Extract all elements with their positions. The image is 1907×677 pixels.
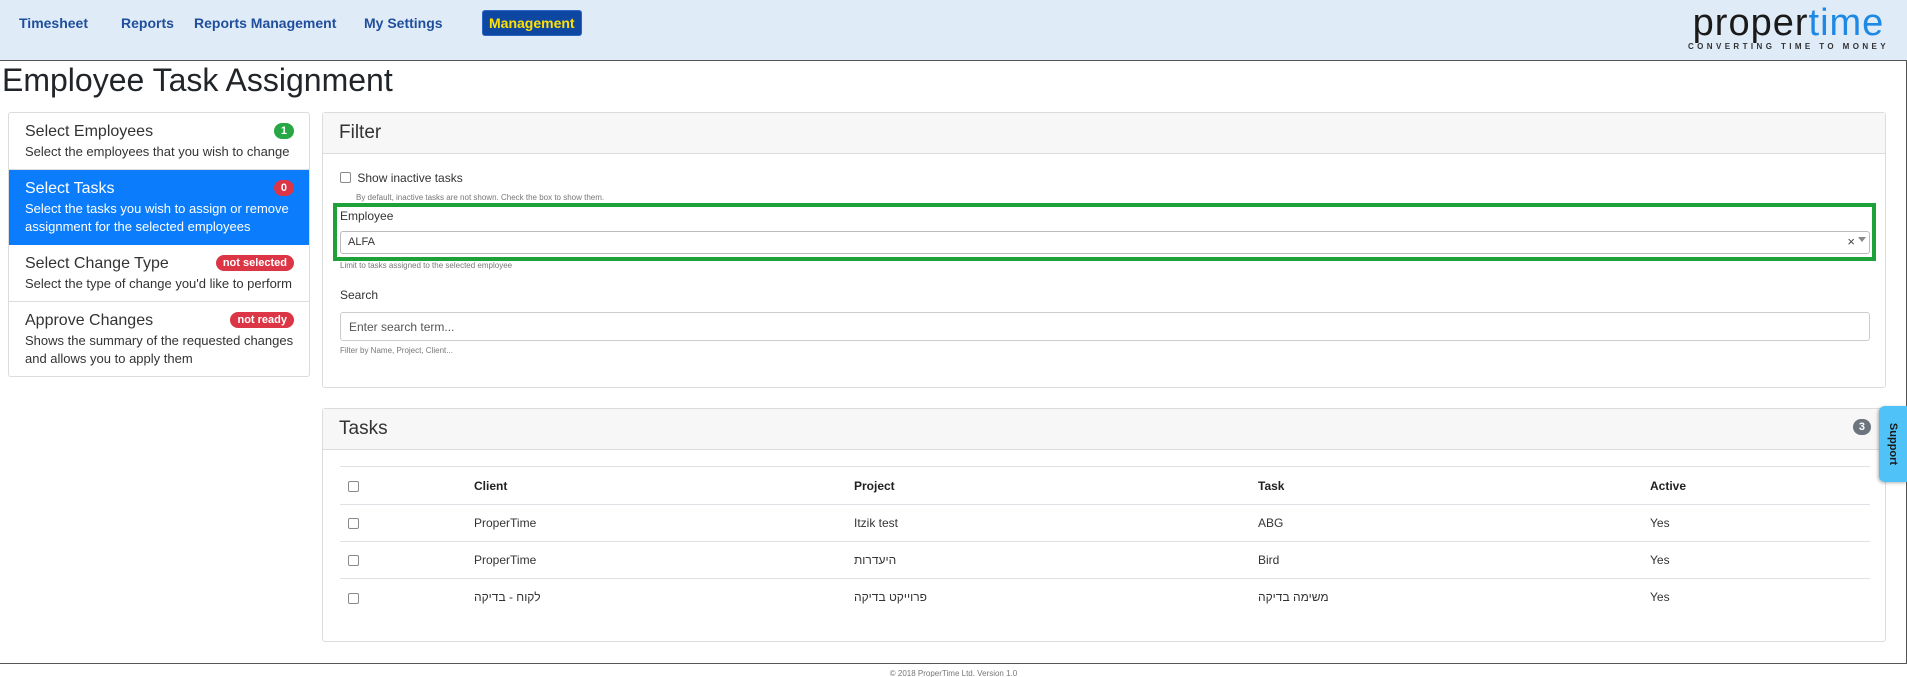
select-all-checkbox[interactable] bbox=[348, 480, 359, 492]
tasks-count-badge: 3 bbox=[1852, 419, 1871, 435]
caret-down-icon[interactable] bbox=[1858, 237, 1866, 242]
nav-my-settings[interactable]: My Settings bbox=[364, 15, 443, 31]
client-cell: ProperTime bbox=[466, 504, 846, 542]
project-cell: פרוייקט בדיקה bbox=[854, 590, 927, 605]
step-approve-changes[interactable]: Approve Changes not ready Shows the summ… bbox=[9, 302, 309, 376]
show-inactive-checkbox[interactable] bbox=[340, 172, 351, 184]
tasks-table: Client Project Task Active ProperTime It… bbox=[340, 466, 1870, 616]
active-cell: Yes bbox=[1650, 590, 1670, 605]
column-header-active[interactable]: Active bbox=[1642, 466, 1870, 505]
step-badge: 0 bbox=[273, 180, 294, 196]
table-row[interactable]: ProperTime היעדרות Bird Yes bbox=[340, 541, 1870, 579]
row-checkbox[interactable] bbox=[348, 518, 359, 530]
filter-title: Filter bbox=[323, 113, 1885, 154]
client-cell: ProperTime bbox=[466, 541, 846, 579]
step-description: Shows the summary of the requested chang… bbox=[25, 333, 294, 366]
wizard-steps: Select Employees 1 Select the employees … bbox=[8, 112, 310, 377]
column-header-task[interactable]: Task bbox=[1250, 466, 1642, 505]
row-select-cell bbox=[340, 541, 466, 579]
project-cell: היעדרות bbox=[846, 541, 1250, 579]
logo-text-proper: proper bbox=[1692, 2, 1809, 44]
propertime-logo[interactable]: propertime CONVERTING TIME TO MONEY bbox=[1688, 2, 1889, 51]
row-checkbox[interactable] bbox=[348, 592, 359, 604]
search-input[interactable] bbox=[340, 312, 1870, 341]
support-label: Support bbox=[1887, 422, 1899, 466]
tasks-panel: Tasks 3 Client Project Task Active Prope… bbox=[322, 408, 1886, 642]
row-select-cell bbox=[340, 504, 466, 542]
step-title: Select Employees bbox=[25, 123, 154, 140]
logo-tagline: CONVERTING TIME TO MONEY bbox=[1687, 42, 1889, 51]
column-header-project[interactable]: Project bbox=[846, 466, 1250, 505]
row-select-cell bbox=[340, 579, 466, 616]
task-cell: ABG bbox=[1250, 504, 1642, 542]
project-cell: Itzik test bbox=[846, 504, 1250, 542]
task-cell: Bird bbox=[1250, 541, 1642, 579]
tasks-title: Tasks bbox=[323, 409, 1885, 450]
employee-selected-value: ALFA bbox=[348, 236, 375, 248]
table-row[interactable]: לקוח - בדיקה פרוייקט בדיקה משימה בדיקה Y… bbox=[340, 579, 1870, 616]
nav-timesheet[interactable]: Timesheet bbox=[19, 15, 88, 31]
table-header-row: Client Project Task Active bbox=[340, 466, 1870, 505]
nav-reports[interactable]: Reports bbox=[121, 15, 174, 31]
step-badge: 1 bbox=[273, 123, 294, 139]
filter-panel: Filter Show inactive tasks By default, i… bbox=[322, 112, 1886, 388]
step-title: Select Tasks bbox=[25, 180, 115, 197]
step-description: Select the type of change you'd like to … bbox=[25, 276, 292, 291]
support-tab[interactable]: Support bbox=[1879, 406, 1907, 482]
top-navbar: Timesheet Reports Reports Management My … bbox=[0, 0, 1907, 61]
logo-text-time: time bbox=[1808, 2, 1885, 44]
show-inactive-hint: By default, inactive tasks are not shown… bbox=[356, 193, 605, 202]
nav-management[interactable]: Management bbox=[483, 11, 581, 35]
select-all-cell bbox=[340, 466, 466, 505]
show-inactive-option[interactable]: Show inactive tasks bbox=[340, 171, 463, 185]
employee-label: Employee bbox=[340, 209, 394, 223]
search-hint: Filter by Name, Project, Client... bbox=[340, 346, 453, 355]
show-inactive-label: Show inactive tasks bbox=[357, 171, 463, 185]
task-cell: משימה בדיקה bbox=[1258, 590, 1329, 605]
clear-icon[interactable]: × bbox=[1847, 234, 1855, 249]
step-description: Select the tasks you wish to assign or r… bbox=[25, 201, 289, 234]
footer-divider bbox=[0, 663, 1907, 664]
step-select-change-type[interactable]: Select Change Type not selected Select t… bbox=[9, 245, 309, 302]
nav-reports-management[interactable]: Reports Management bbox=[194, 15, 336, 31]
search-label: Search bbox=[340, 288, 379, 302]
step-select-employees[interactable]: Select Employees 1 Select the employees … bbox=[9, 113, 309, 170]
table-row[interactable]: ProperTime Itzik test ABG Yes bbox=[340, 504, 1870, 542]
step-badge: not selected bbox=[215, 255, 294, 271]
page-title: Employee Task Assignment bbox=[2, 62, 393, 98]
employee-select[interactable]: ALFA × bbox=[340, 231, 1870, 254]
row-checkbox[interactable] bbox=[348, 555, 359, 567]
step-select-tasks[interactable]: Select Tasks 0 Select the tasks you wish… bbox=[9, 170, 309, 245]
active-cell: Yes bbox=[1642, 504, 1870, 542]
employee-hint: Limit to tasks assigned to the selected … bbox=[340, 261, 513, 270]
step-badge: not ready bbox=[230, 312, 294, 328]
step-description: Select the employees that you wish to ch… bbox=[25, 144, 290, 159]
active-cell: Yes bbox=[1642, 541, 1870, 579]
client-cell: לקוח - בדיקה bbox=[474, 590, 541, 605]
footer-text: © 2018 ProperTime Ltd. Version 1.0 bbox=[889, 669, 1018, 677]
column-header-client[interactable]: Client bbox=[466, 466, 846, 505]
